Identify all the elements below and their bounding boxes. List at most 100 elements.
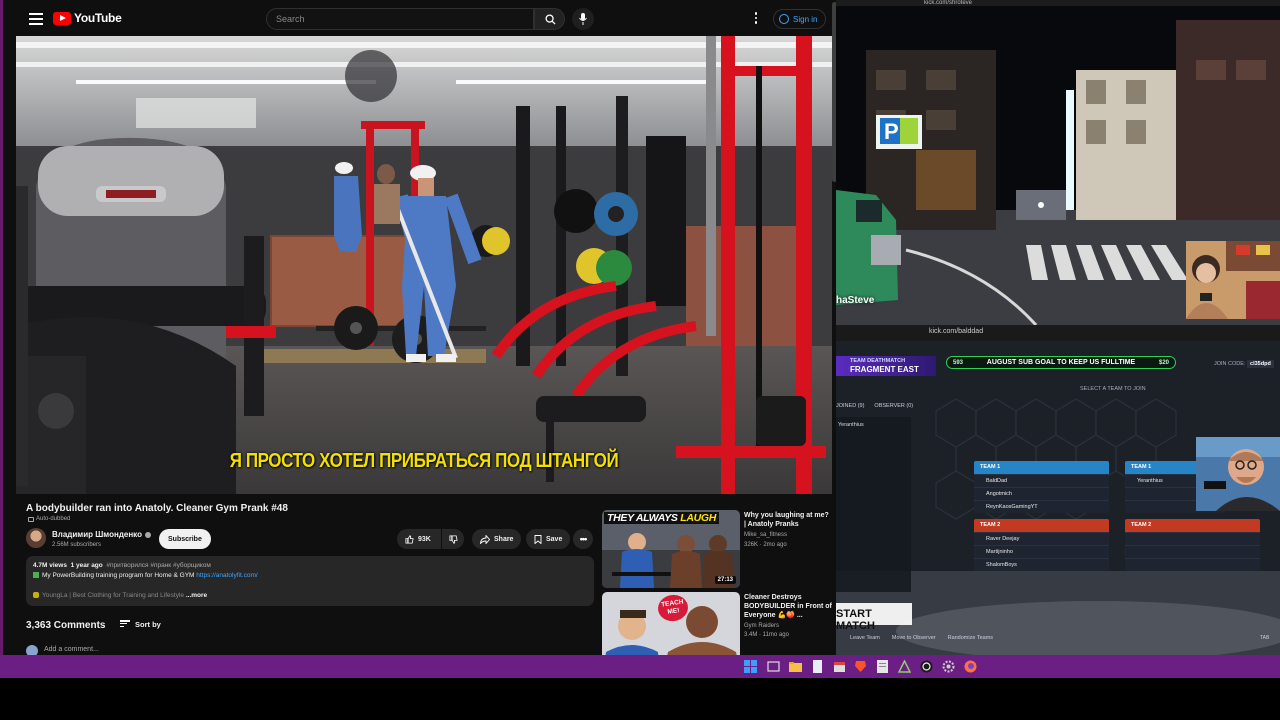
stream2-address-bar[interactable]: kick.com/balddad [836,325,1280,341]
description-box[interactable]: 4.7M views 1 year ago #притворился #пран… [26,556,594,606]
team-slot [1125,532,1260,545]
recommended-video-title: Why you laughing at me? | Anatoly Pranks [744,512,829,528]
start-icon[interactable] [744,660,757,673]
like-count: 93K [418,535,431,543]
youtube-logo[interactable]: YouTube [53,11,122,25]
comments-count: 3,363 Comments [26,620,106,631]
team-card[interactable]: TEAM 2 Raver Deejay Martijninho ShalomBo… [974,519,1109,571]
hashtags: #притворился #пранк #уборщиком [106,562,211,569]
start-match-button[interactable]: START MATCH [836,603,912,632]
team-name: TEAM 2 [1125,519,1260,532]
team-name: TEAM 2 [974,519,1109,532]
search-button[interactable] [534,8,565,30]
join-code-label: JOIN CODE: [1214,361,1246,367]
webcam-overlay [1186,241,1280,319]
parking-sign: P [884,119,899,144]
team-name: TEAM 1 [974,461,1109,474]
channel-avatar[interactable] [26,528,46,548]
obs-icon[interactable] [920,660,933,673]
voice-search-button[interactable] [572,8,594,30]
stream1-address-bar[interactable]: kick.com/shroteve [836,0,1280,6]
save-button[interactable]: Save [526,529,571,549]
thumbnail-caption-2: LAUGH [680,512,717,524]
streamer-name-overlay: haSteve [836,295,875,306]
map-name: FRAGMENT EAST [850,365,919,374]
team-player: Angotmich [974,487,1109,500]
team-card[interactable]: TEAM 2 [1125,519,1260,571]
task-view-icon[interactable] [767,660,780,673]
share-label: Share [494,535,514,543]
calendar-icon[interactable] [833,660,846,673]
team-card[interactable]: TEAM 1 BaldDad Angotmich ReynKaosGamingY… [974,461,1109,513]
sub-goal-current: 593 [953,359,964,366]
video-thumbnail: TEACH ME! [602,592,740,655]
recommended-video-channel: Mike_sa_fitness [744,532,788,538]
lobby-footer-actions: Leave Team Move to Observer Randomize Te… [836,635,1005,641]
taskbar [0,655,1280,678]
team-player: Raver Deejay [974,532,1109,545]
search-input[interactable]: Search [266,8,534,30]
join-code-value: cl35dpd [1247,360,1274,368]
description-line-2-text: YoungLa | Best Clothing for Training and… [42,592,185,599]
firefox-icon[interactable] [964,660,977,673]
tab-key-hint: TAB [1260,635,1270,641]
menu-icon[interactable] [29,13,43,25]
add-comment-input[interactable]: Add a comment... [44,646,99,653]
thumbnail-caption-1: THEY ALWAYS [607,512,678,524]
description-meta: 4.7M views 1 year ago #притворился #пран… [33,562,211,569]
leave-team-link[interactable]: Leave Team [850,635,880,641]
subscribe-button[interactable]: Subscribe [159,529,211,549]
verified-icon [144,531,151,538]
recommended-video-channel: Gym Raiders [744,623,780,629]
more-actions-button[interactable]: ••• [573,529,593,549]
stream2-url: kick.com/balddad [929,328,984,335]
video-player[interactable]: Я ПРОСТО ХОТЕЛ ПРИБРАТЬСЯ ПОД ШТАНГОЙ [16,36,832,494]
video-title: A bodybuilder ran into Anatoly. Cleaner … [26,503,288,514]
video-thumbnail: THEY ALWAYS LAUGH 27:13 [602,510,740,588]
share-button[interactable]: Share [472,529,522,549]
youtube-logo-text: YouTube [74,11,122,25]
recommended-video-meta: 326K · 2mo ago [744,542,787,548]
sort-icon [120,620,130,628]
team-player: BaldDad [974,474,1109,487]
dislike-button[interactable] [442,529,464,549]
move-to-observer-link[interactable]: Move to Observer [892,635,936,641]
user-avatar [26,645,38,655]
channel-name[interactable]: Владимир Шмонденко [52,530,151,539]
team-slot [1125,558,1260,571]
like-button[interactable]: 93K [397,529,441,549]
upload-age: 1 year ago [70,562,103,569]
thumbnail-caption: THEY ALWAYS LAUGH [604,512,720,524]
sign-in-label: Sign in [793,14,818,24]
tab-joined[interactable]: JOINED (9) [836,403,864,409]
view-count: 4.7M views [33,562,67,569]
more-options-icon[interactable] [753,12,759,26]
document-icon[interactable] [876,660,889,673]
sub-goal-text: AUGUST SUB GOAL TO KEEP US FULLTIME [986,359,1136,366]
video-duration: 27:13 [714,576,736,584]
description-line-1: My PowerBuilding training program for Ho… [33,572,258,579]
share-icon [480,534,490,544]
settings-icon[interactable] [942,660,955,673]
youtube-play-icon [53,11,71,25]
sort-by-label: Sort by [135,620,161,629]
video-subtitle: Я ПРОСТО ХОТЕЛ ПРИБРАТЬСЯ ПОД ШТАНГОЙ [229,450,619,472]
randomize-teams-link[interactable]: Randomize Teams [948,635,993,641]
joined-player-list: Yeranthius [836,417,911,592]
sub-goal-bar: 593 AUGUST SUB GOAL TO KEEP US FULLTIME … [946,356,1176,369]
thumbs-up-icon [405,534,414,544]
sort-by-button[interactable]: Sort by [120,620,161,629]
video-frame [16,36,832,494]
tab-observer[interactable]: OBSERVER (0) [874,403,913,409]
sign-in-button[interactable]: Sign in [773,9,827,29]
more-horizontal-icon: ••• [579,534,588,544]
recommended-video[interactable]: TEACH ME! Cleaner Destroys BODYBUILDER i… [602,592,832,655]
account-icon [779,14,789,24]
notepad-icon[interactable] [811,660,824,673]
show-more-link[interactable]: ...more [186,592,207,599]
program-link[interactable]: https://anatolyfit.com/ [196,572,257,579]
folder-icon[interactable] [789,660,802,673]
recommended-video[interactable]: THEY ALWAYS LAUGH 27:13 Why you laughing… [602,510,832,588]
brave-browser-icon[interactable] [854,660,867,673]
triangle-app-icon[interactable] [897,659,912,673]
